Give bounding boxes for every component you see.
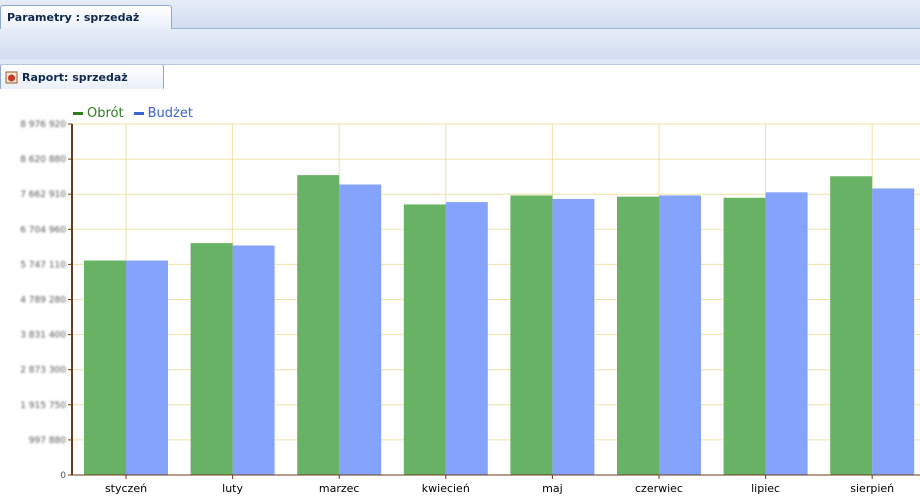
- second-tab-strip: Raport: sprzedaż: [0, 29, 920, 89]
- bar-budzet: [126, 260, 168, 475]
- bar-obrot: [617, 196, 659, 475]
- y-tick-label: 8 620 880: [20, 155, 66, 165]
- y-tick-label: 997 880: [29, 436, 66, 446]
- bar-obrot: [403, 204, 446, 475]
- y-tick-label: 3 831 400: [20, 331, 66, 341]
- bar-budzet: [339, 184, 382, 475]
- y-tick-label: 6 704 960: [20, 225, 66, 235]
- x-tick-label: maj: [542, 482, 563, 495]
- bar-budzet: [765, 192, 808, 475]
- y-tick-label: 8 976 920: [20, 120, 66, 130]
- x-tick-label: sierpień: [850, 482, 894, 495]
- bar-budzet: [659, 195, 701, 476]
- y-tick-label: 5 747 110: [20, 260, 66, 270]
- y-tick-label: 1 915 750: [20, 401, 66, 411]
- sales-bar-chart: 0 997 880 1 915 750 2 873 300 3 831 400 4 789…: [20, 120, 920, 495]
- bar-budzet: [872, 188, 915, 475]
- top-tab-strip: Parametry : sprzedaż: [0, 0, 920, 29]
- x-tick-label: luty: [222, 482, 243, 495]
- x-tick-label: czerwiec: [635, 482, 683, 495]
- bar-obrot: [723, 197, 766, 475]
- x-tick-label: styczeń: [105, 482, 147, 495]
- tab-parametry-label: Parametry : sprzedaż: [7, 11, 140, 24]
- y-tick-label: 4 789 280: [20, 296, 66, 306]
- bar-obrot: [84, 260, 126, 475]
- x-tick-label: marzec: [319, 482, 360, 495]
- bar-obrot: [297, 175, 340, 475]
- bar-obrot: [830, 176, 873, 475]
- tab-parametry[interactable]: Parametry : sprzedaż: [0, 5, 172, 29]
- y-tick-label: 7 662 910: [20, 190, 66, 200]
- bar-budzet: [552, 198, 595, 475]
- y-tick-label: 2 873 300: [20, 366, 66, 376]
- bar-budzet: [445, 202, 488, 475]
- y-tick-label: 0: [60, 471, 66, 481]
- bar-obrot: [510, 195, 553, 476]
- x-tick-label: kwiecień: [422, 482, 470, 495]
- bar-obrot: [190, 243, 233, 475]
- x-tick-label: lipiec: [751, 482, 780, 495]
- bar-budzet: [232, 245, 275, 475]
